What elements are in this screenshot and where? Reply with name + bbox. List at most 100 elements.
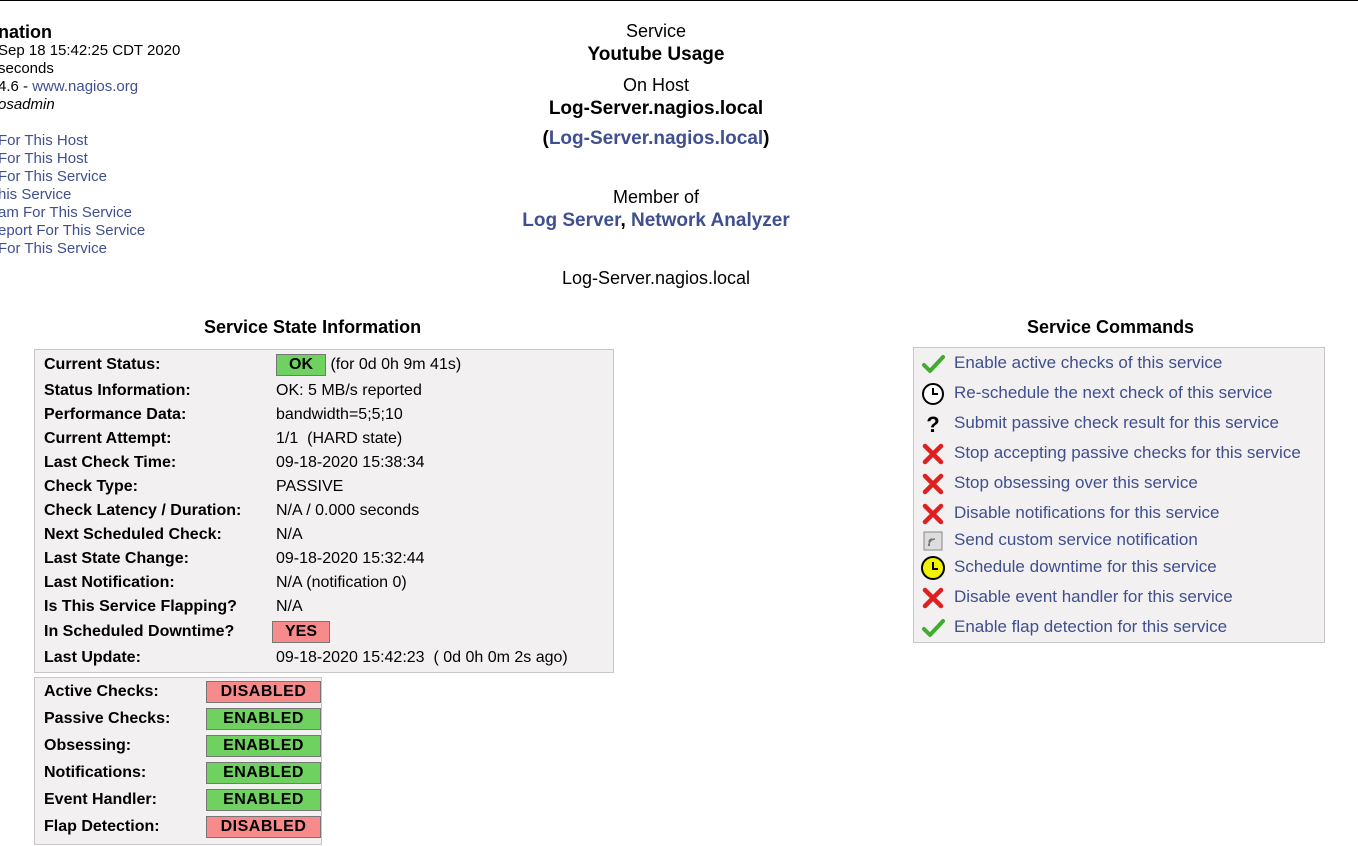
flag-row: Passive Checks: ENABLED xyxy=(44,707,321,731)
member-groups: Log Server, Network Analyzer xyxy=(456,210,856,232)
row-value: N/A xyxy=(276,526,303,543)
version-text: 4.6 - xyxy=(0,78,33,95)
row-value: OK (for 0d 0h 9m 41s) xyxy=(276,353,461,377)
check-icon xyxy=(922,355,945,373)
nagios-link[interactable]: www.nagios.org xyxy=(32,78,138,95)
host-address: Log-Server.nagios.local xyxy=(561,268,751,288)
downtime-badge: YES xyxy=(272,621,330,643)
cmd-label[interactable]: Stop obsessing over this service xyxy=(954,473,1198,493)
flag-label: Active Checks: xyxy=(44,683,159,700)
nav-link-5[interactable]: am For This Service xyxy=(0,204,238,222)
row-value: N/A (notification 0) xyxy=(276,574,407,591)
flag-label: Obsessing: xyxy=(44,737,132,754)
cmd-label[interactable]: Enable active checks of this service xyxy=(954,353,1222,373)
member-label: Member of xyxy=(612,187,700,207)
nav-link-3[interactable]: For This Service xyxy=(0,168,238,186)
host-alias-link[interactable]: Log-Server.nagios.local xyxy=(549,128,763,149)
info-version: 4.6 - www.nagios.org xyxy=(0,78,238,96)
x-icon xyxy=(922,473,944,495)
check-icon xyxy=(922,619,945,637)
group-link-log-server[interactable]: Log Server xyxy=(522,210,620,231)
svg-text:?: ? xyxy=(926,412,939,437)
flag-label: Flap Detection: xyxy=(44,818,160,835)
row-key: Is This Service Flapping? xyxy=(44,598,237,615)
row-value: OK: 5 MB/s reported xyxy=(276,382,422,399)
flag-row: Active Checks: DISABLED xyxy=(44,680,321,704)
group-link-network-analyzer[interactable]: Network Analyzer xyxy=(631,210,790,231)
row-key: Last Notification: xyxy=(44,574,175,591)
nav-link-2[interactable]: For This Host xyxy=(0,150,238,168)
cmd-enable-flap-detection[interactable]: Enable flap detection for this service xyxy=(920,615,1320,641)
nav-links: For This Host For This Host For This Ser… xyxy=(0,132,238,258)
x-icon xyxy=(922,443,944,465)
cmd-reschedule[interactable]: Re-schedule the next check of this servi… xyxy=(920,381,1320,407)
status-badge: OK xyxy=(276,354,326,376)
row-key: Current Attempt: xyxy=(44,430,172,447)
cmd-label[interactable]: Disable event handler for this service xyxy=(954,587,1233,607)
flag-status-badge: ENABLED xyxy=(206,708,321,730)
flag-row: Notifications: ENABLED xyxy=(44,761,321,785)
info-seconds: seconds xyxy=(0,60,54,77)
cmd-enable-active-checks[interactable]: Enable active checks of this service xyxy=(920,351,1320,377)
cmd-submit-passive[interactable]: ? Submit passive check result for this s… xyxy=(920,411,1320,437)
nav-link-6[interactable]: eport For This Service xyxy=(0,222,238,240)
status-duration: (for 0d 0h 9m 41s) xyxy=(330,356,462,373)
row-key: Check Latency / Duration: xyxy=(44,502,242,519)
info-user: osadmin xyxy=(0,96,55,113)
host-label: On Host xyxy=(622,75,690,95)
cmd-disable-notifications[interactable]: Disable notifications for this service xyxy=(920,501,1320,527)
row-value: 09-18-2020 15:38:34 xyxy=(276,454,425,471)
row-key: Current Status: xyxy=(44,356,161,373)
x-icon xyxy=(922,503,944,525)
commands-section-title: Service Commands xyxy=(1027,317,1195,337)
cmd-label[interactable]: Stop accepting passive checks for this s… xyxy=(954,443,1301,463)
row-value: 1/1 (HARD state) xyxy=(276,430,403,447)
row-key: Check Type: xyxy=(44,478,138,495)
cmd-send-notification[interactable]: Send custom service notification xyxy=(920,528,1320,554)
cmd-label[interactable]: Schedule downtime for this service xyxy=(954,557,1217,577)
row-value: YES xyxy=(272,620,330,644)
cmd-label[interactable]: Disable notifications for this service xyxy=(954,503,1220,523)
row-key: Performance Data: xyxy=(44,406,187,423)
cmd-schedule-downtime[interactable]: Schedule downtime for this service xyxy=(920,555,1320,581)
flag-status-badge: ENABLED xyxy=(206,789,321,811)
clock-icon xyxy=(922,383,944,405)
flag-status-badge: DISABLED xyxy=(206,681,321,703)
flag-row: Flap Detection: DISABLED xyxy=(44,815,321,839)
cmd-label[interactable]: Enable flap detection for this service xyxy=(954,617,1227,637)
flag-row: Obsessing: ENABLED xyxy=(44,734,321,758)
row-key: Next Scheduled Check: xyxy=(44,526,222,543)
notification-icon xyxy=(923,531,943,551)
cmd-stop-passive[interactable]: Stop accepting passive checks for this s… xyxy=(920,441,1320,467)
cmd-label[interactable]: Send custom service notification xyxy=(954,530,1198,550)
flag-status-badge: DISABLED xyxy=(206,816,321,838)
info-title: nation xyxy=(0,22,52,42)
cmd-stop-obsessing[interactable]: Stop obsessing over this service xyxy=(920,471,1320,497)
nav-link-4[interactable]: his Service xyxy=(0,186,238,204)
flag-status-badge: ENABLED xyxy=(206,735,321,757)
info-panel: nation Sep 18 15:42:25 CDT 2020 seconds … xyxy=(0,22,238,114)
host-alias-line: (Log-Server.nagios.local) xyxy=(456,128,856,150)
row-value: PASSIVE xyxy=(276,478,344,495)
flags-table: Active Checks: DISABLED Passive Checks: EN… xyxy=(34,677,322,845)
x-icon xyxy=(922,587,944,609)
service-label: Service xyxy=(625,21,687,41)
row-value: 09-18-2020 15:42:23 ( 0d 0h 0m 2s ago) xyxy=(276,649,568,666)
cmd-label[interactable]: Re-schedule the next check of this servi… xyxy=(954,383,1272,403)
flag-label: Event Handler: xyxy=(44,791,157,808)
nav-link-1[interactable]: For This Host xyxy=(0,132,238,150)
state-table: Current Status: OK (for 0d 0h 9m 41s) St… xyxy=(34,349,614,673)
row-key: Last Check Time: xyxy=(44,454,177,471)
cmd-label[interactable]: Submit passive check result for this ser… xyxy=(954,413,1279,433)
flag-label: Passive Checks: xyxy=(44,710,171,727)
downtime-clock-icon xyxy=(921,556,945,580)
row-value: N/A xyxy=(276,598,303,615)
flag-row: Event Handler: ENABLED xyxy=(44,788,321,812)
group-separator: , xyxy=(620,210,632,231)
row-value: N/A / 0.000 seconds xyxy=(276,502,420,519)
row-key: Last Update: xyxy=(44,649,141,666)
top-divider xyxy=(0,0,1358,1)
row-key: Status Information: xyxy=(44,382,191,399)
nav-link-7[interactable]: For This Service xyxy=(0,240,238,258)
cmd-disable-event-handler[interactable]: Disable event handler for this service xyxy=(920,585,1320,611)
